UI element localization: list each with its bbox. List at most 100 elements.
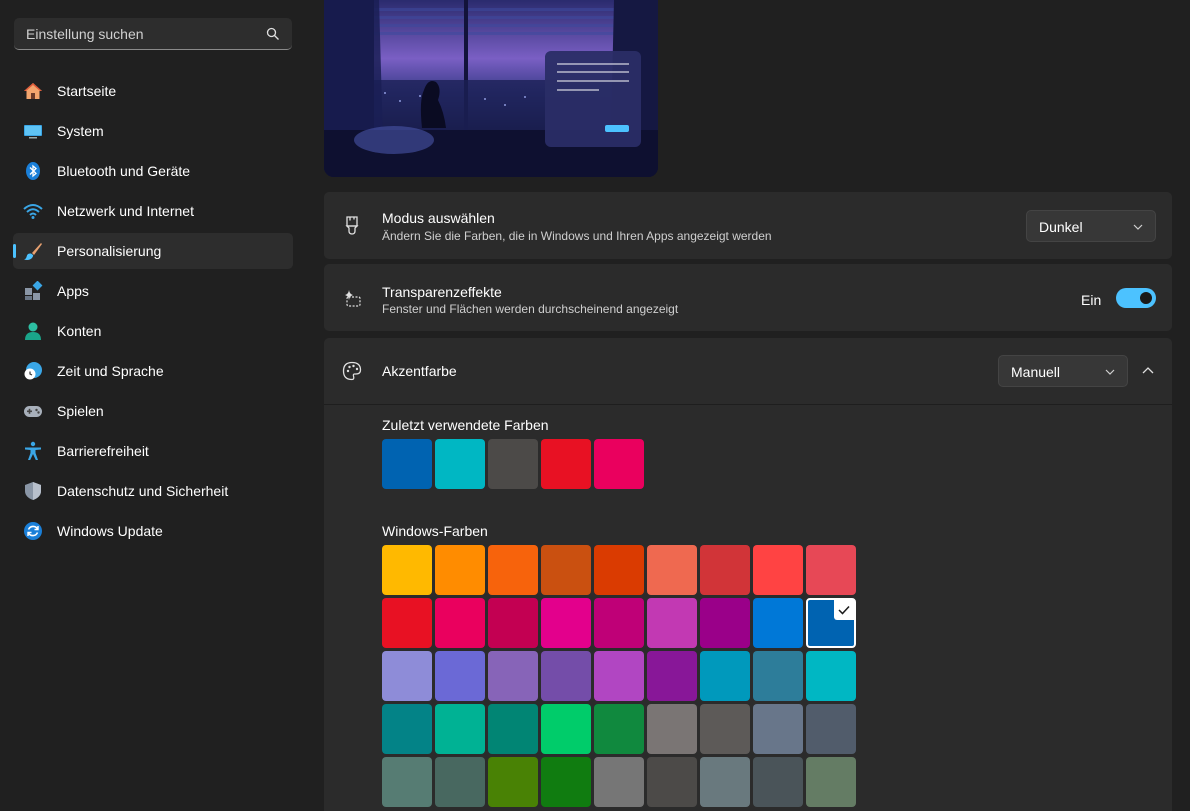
search-input[interactable] xyxy=(24,18,268,50)
search-box[interactable] xyxy=(14,18,292,50)
update-icon xyxy=(24,522,42,540)
recent-color-swatch[interactable] xyxy=(382,439,432,489)
sidebar-item-label: Personalisierung xyxy=(57,243,162,259)
sidebar-item-apps[interactable]: Apps xyxy=(13,273,293,309)
accent-dropdown[interactable]: Manuell xyxy=(998,355,1128,387)
transparency-state-label: Ein xyxy=(1081,292,1102,308)
sidebar-item-label: Konten xyxy=(57,323,102,339)
sidebar-item-label: Barrierefreiheit xyxy=(57,443,149,459)
transparency-card: Transparenzeffekte Fenster und Flächen w… xyxy=(324,264,1172,331)
windows-color-swatch[interactable] xyxy=(753,651,803,701)
mode-card: Modus auswählen Ändern Sie die Farben, d… xyxy=(324,192,1172,259)
mode-title: Modus auswählen xyxy=(382,210,495,226)
windows-color-swatch[interactable] xyxy=(488,598,538,648)
windows-color-swatch[interactable] xyxy=(806,545,856,595)
sidebar-item-bluetooth[interactable]: Bluetooth und Geräte xyxy=(13,153,293,189)
sidebar-item-datenschutz[interactable]: Datenschutz und Sicherheit xyxy=(13,473,293,509)
windows-color-swatch[interactable] xyxy=(647,757,697,807)
sidebar-item-spielen[interactable]: Spielen xyxy=(13,393,293,429)
sidebar-item-system[interactable]: System xyxy=(13,113,293,149)
windows-color-swatch[interactable] xyxy=(594,704,644,754)
windows-color-swatch[interactable] xyxy=(488,651,538,701)
wifi-icon xyxy=(23,204,43,219)
windows-color-swatch[interactable] xyxy=(594,651,644,701)
search-icon[interactable] xyxy=(266,27,280,41)
toggle-knob xyxy=(1140,292,1152,304)
windows-color-swatch[interactable] xyxy=(647,598,697,648)
windows-color-swatch[interactable] xyxy=(382,704,432,754)
windows-color-swatch[interactable] xyxy=(647,545,697,595)
sidebar-item-label: Windows Update xyxy=(57,523,163,539)
sidebar-item-label: Netzwerk und Internet xyxy=(57,203,194,219)
recent-colors-label: Zuletzt verwendete Farben xyxy=(382,417,549,433)
windows-color-swatch[interactable] xyxy=(435,545,485,595)
sidebar-item-barrierefreiheit[interactable]: Barrierefreiheit xyxy=(13,433,293,469)
home-icon xyxy=(24,83,42,99)
sidebar-item-netzwerk[interactable]: Netzwerk und Internet xyxy=(13,193,293,229)
windows-color-swatch[interactable] xyxy=(488,545,538,595)
windows-color-swatch[interactable] xyxy=(382,598,432,648)
sidebar-item-label: Spielen xyxy=(57,403,104,419)
sidebar-item-startseite[interactable]: Startseite xyxy=(13,73,293,109)
recent-colors-grid xyxy=(382,439,647,489)
windows-color-swatch[interactable] xyxy=(700,545,750,595)
windows-color-swatch[interactable] xyxy=(806,651,856,701)
sidebar-item-label: Datenschutz und Sicherheit xyxy=(57,483,229,499)
windows-color-swatch[interactable] xyxy=(753,704,803,754)
system-monitor-icon xyxy=(24,125,42,139)
accent-header[interactable]: Akzentfarbe Manuell xyxy=(324,338,1172,405)
windows-color-swatch[interactable] xyxy=(382,757,432,807)
sidebar: Startseite System Bluetooth und Geräte xyxy=(0,0,306,811)
clock-globe-icon xyxy=(24,362,42,380)
windows-color-swatch[interactable] xyxy=(488,757,538,807)
windows-color-swatch[interactable] xyxy=(541,704,591,754)
windows-color-swatch[interactable] xyxy=(541,545,591,595)
windows-color-swatch[interactable] xyxy=(647,651,697,701)
windows-color-swatch[interactable] xyxy=(647,704,697,754)
windows-color-swatch[interactable] xyxy=(753,757,803,807)
sidebar-item-windows-update[interactable]: Windows Update xyxy=(13,513,293,549)
bluetooth-icon xyxy=(26,162,40,180)
mode-dropdown-value: Dunkel xyxy=(1039,219,1083,235)
shield-icon xyxy=(25,482,41,500)
transparency-toggle[interactable] xyxy=(1116,288,1156,308)
windows-color-swatch[interactable] xyxy=(541,757,591,807)
windows-color-swatch[interactable] xyxy=(435,598,485,648)
sidebar-item-personalisierung[interactable]: Personalisierung xyxy=(13,233,293,269)
brush-icon xyxy=(345,216,359,235)
chevron-up-icon[interactable] xyxy=(1142,365,1154,377)
recent-color-swatch[interactable] xyxy=(541,439,591,489)
windows-color-swatch[interactable] xyxy=(594,545,644,595)
windows-color-swatch[interactable] xyxy=(382,651,432,701)
sidebar-item-zeit[interactable]: Zeit und Sprache xyxy=(13,353,293,389)
windows-color-swatch[interactable] xyxy=(700,704,750,754)
transparency-title: Transparenzeffekte xyxy=(382,284,502,300)
windows-color-swatch[interactable] xyxy=(541,598,591,648)
windows-color-swatch[interactable] xyxy=(488,704,538,754)
windows-color-swatch[interactable] xyxy=(753,598,803,648)
wallpaper-image xyxy=(324,0,658,177)
chevron-down-icon xyxy=(1105,369,1115,375)
recent-color-swatch[interactable] xyxy=(435,439,485,489)
windows-color-swatch[interactable] xyxy=(435,757,485,807)
windows-color-swatch[interactable] xyxy=(700,598,750,648)
windows-color-swatch[interactable] xyxy=(435,704,485,754)
accent-dropdown-value: Manuell xyxy=(1011,364,1061,380)
windows-color-swatch[interactable] xyxy=(700,757,750,807)
windows-color-swatch[interactable] xyxy=(594,598,644,648)
windows-color-swatch[interactable] xyxy=(594,757,644,807)
windows-color-swatch[interactable] xyxy=(541,651,591,701)
recent-color-swatch[interactable] xyxy=(594,439,644,489)
sidebar-item-label: Startseite xyxy=(57,83,117,99)
transparency-subtitle: Fenster und Flächen werden durchscheinen… xyxy=(382,302,679,316)
windows-color-swatch[interactable] xyxy=(435,651,485,701)
sidebar-item-konten[interactable]: Konten xyxy=(13,313,293,349)
windows-color-swatch[interactable] xyxy=(753,545,803,595)
mode-dropdown[interactable]: Dunkel xyxy=(1026,210,1156,242)
windows-color-swatch[interactable] xyxy=(700,651,750,701)
windows-color-swatch[interactable] xyxy=(806,598,856,648)
windows-color-swatch[interactable] xyxy=(382,545,432,595)
windows-color-swatch[interactable] xyxy=(806,757,856,807)
windows-color-swatch[interactable] xyxy=(806,704,856,754)
recent-color-swatch[interactable] xyxy=(488,439,538,489)
